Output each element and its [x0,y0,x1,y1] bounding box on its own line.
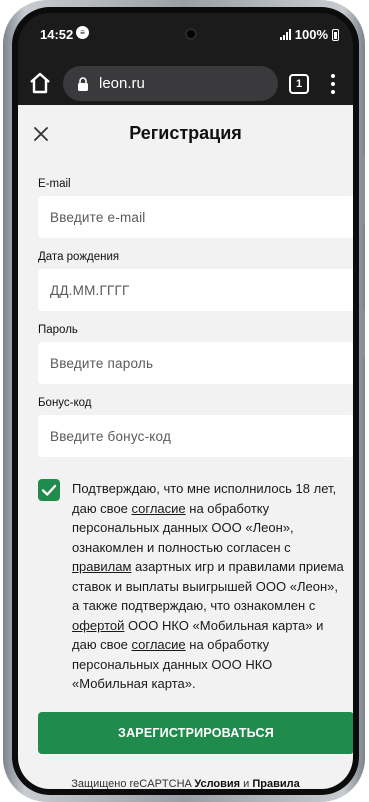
bonus-code-field[interactable] [38,415,353,457]
rules-link[interactable]: правилам [72,559,131,574]
register-button[interactable]: ЗАРЕГИСТРИРОВАТЬСЯ [38,712,353,754]
browser-toolbar: leon.ru 1 [18,61,353,105]
consent-text: Подтверждаю, что мне исполнилось 18 лет,… [72,479,344,694]
lock-icon [78,76,88,91]
home-icon[interactable] [28,71,52,95]
recaptcha-prefix: Защищено reCAPTCHA [71,778,195,789]
bonus-code-label: Бонус-код [38,397,92,409]
address-bar[interactable]: leon.ru [63,66,278,101]
tabs-icon[interactable]: 1 [289,74,309,94]
url-text: leon.ru [99,75,145,92]
recaptcha-conjunction: и [240,778,253,789]
battery-percent: 100% [294,27,328,42]
consent-link-nko[interactable]: согласие [132,637,186,652]
phone-frame: 14:52 ≡ 100% leon.ru 1 Регистрация E-mai… [3,0,365,802]
volume-button [361,155,365,225]
status-indicators: 100% [279,27,339,42]
front-camera [185,28,197,40]
birthdate-field[interactable] [38,269,353,311]
registration-page: Регистрация E-mail Дата рождения Пароль … [18,105,353,789]
email-field[interactable] [38,196,353,238]
offer-link[interactable]: офертой [72,618,124,633]
status-bar: 14:52 ≡ 100% [18,13,353,53]
app-notification-icon: ≡ [76,26,89,39]
phone-bezel: 14:52 ≡ 100% leon.ru 1 Регистрация E-mai… [12,7,359,795]
checkmark-icon [41,484,57,496]
phone-screen: 14:52 ≡ 100% leon.ru 1 Регистрация E-mai… [18,13,353,789]
modal-header: Регистрация [18,105,353,159]
consent-checkbox[interactable] [38,479,60,501]
email-label: E-mail [38,178,71,190]
recaptcha-terms-link[interactable]: Условия [194,778,240,789]
password-label: Пароль [38,324,78,336]
consent-link[interactable]: согласие [132,501,186,516]
menu-icon[interactable] [331,74,335,94]
status-time: 14:52 [40,27,74,42]
power-button [361,310,365,358]
recaptcha-rules-link[interactable]: Правила [252,778,299,789]
signal-icon [279,29,291,40]
birthdate-label: Дата рождения [38,251,120,263]
password-field[interactable] [38,342,353,384]
recaptcha-notice: Защищено reCAPTCHA Условия и Правила [18,778,353,789]
modal-title: Регистрация [129,123,242,143]
battery-icon [332,28,339,41]
